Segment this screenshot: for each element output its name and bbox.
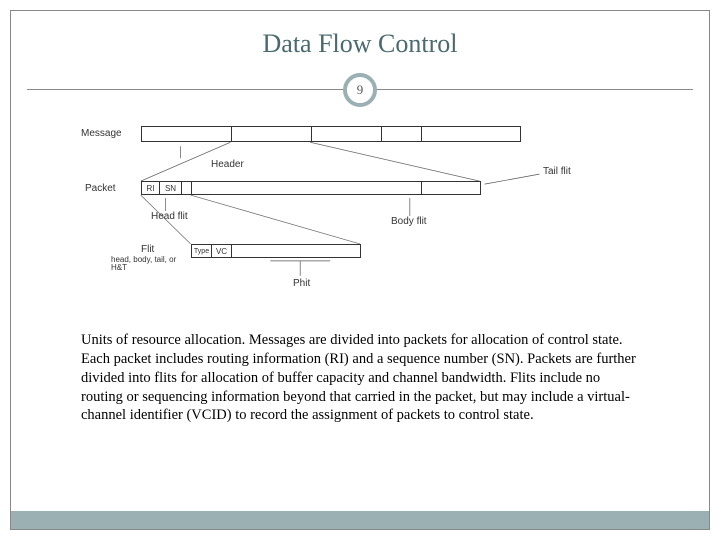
flit-type: Type [192,245,212,257]
footer-bar [11,511,709,529]
diagram: Message Header Packet RI SN Head flit Bo… [71,116,649,316]
page-number-badge: 9 [343,73,377,107]
slide-title: Data Flow Control [11,11,709,59]
body-text: Units of resource allocation. Messages a… [81,331,639,425]
slide-page: Data Flow Control 9 Message [10,10,710,530]
body-flit-annotation: Body flit [391,216,427,227]
flit-bar: Type VC [191,244,361,258]
header-annotation: Header [211,159,244,170]
flit-vc: VC [212,245,232,257]
packet-label: Packet [85,183,116,194]
flit-sublabel: head, body, tail, or H&T [111,256,189,272]
message-bar [141,126,521,142]
phit-annotation: Phit [293,278,310,289]
packet-sn: SN [160,182,182,194]
message-label: Message [81,128,122,139]
head-flit-annotation: Head flit [151,211,188,222]
packet-ri: RI [142,182,160,194]
page-number: 9 [357,82,364,98]
flit-label: Flit [141,244,154,255]
packet-bar: RI SN [141,181,481,195]
tail-flit-annotation: Tail flit [543,166,571,177]
